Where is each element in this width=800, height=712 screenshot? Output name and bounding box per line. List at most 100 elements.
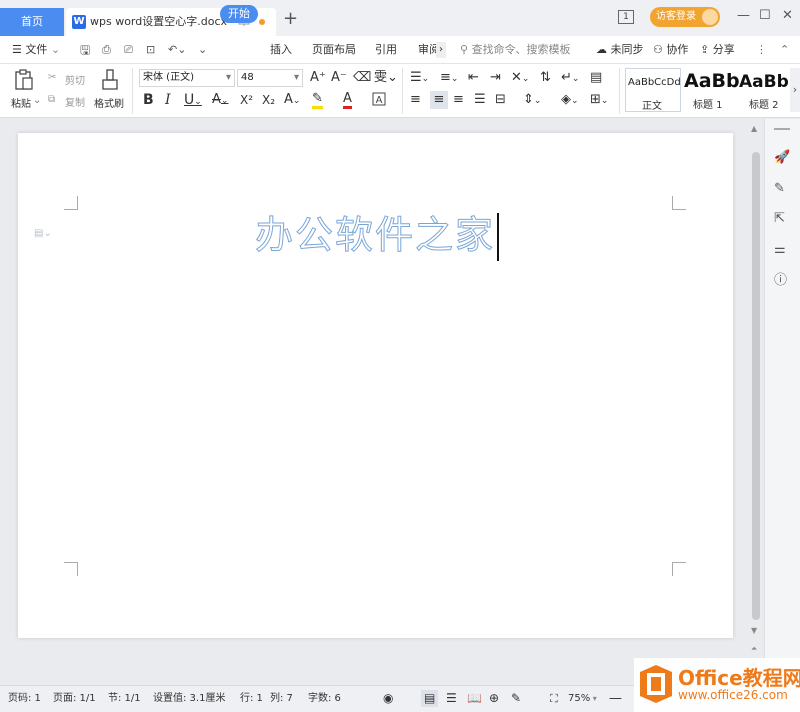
scroll-up-icon[interactable]: ▲ <box>751 124 757 133</box>
shrink-font-icon[interactable]: A⁻ <box>331 70 347 86</box>
zoom-out-icon[interactable]: — <box>609 685 622 712</box>
hollow-text-heading[interactable]: 办公软件之家 <box>254 211 495 259</box>
status-column[interactable]: 列: 7 <box>270 685 293 712</box>
superscript-icon[interactable]: X² <box>240 92 253 108</box>
font-color-icon[interactable]: A <box>343 92 352 109</box>
increase-indent-icon[interactable]: ⇥ <box>490 70 501 86</box>
close-icon[interactable]: ✕ <box>782 8 793 23</box>
status-word-count[interactable]: 字数: 6 <box>308 685 341 712</box>
highlight-icon[interactable]: ✎ <box>312 92 323 109</box>
more-dropdown-icon[interactable]: ⌄ <box>198 36 207 64</box>
format-painter-button[interactable]: 格式刷 <box>94 95 124 110</box>
status-setting[interactable]: 设置值: 3.1厘米 <box>153 685 225 712</box>
align-left-icon[interactable]: ≡ <box>410 92 421 108</box>
tab-insert[interactable]: 插入 <box>270 36 292 64</box>
maximize-icon[interactable]: ☐ <box>759 8 771 23</box>
align-right-icon[interactable]: ≡ <box>453 92 464 108</box>
collapse-ribbon-icon[interactable]: ⌃ <box>780 36 789 64</box>
file-menu[interactable]: ☰ 文件 ⌄ <box>12 36 60 64</box>
justify-icon[interactable]: ☰ <box>474 92 486 108</box>
style-heading-1[interactable]: AaBb 标题 1 <box>683 68 740 112</box>
show-marks-icon[interactable]: ↵⌄ <box>561 70 579 87</box>
status-page-code[interactable]: 页码: 1 <box>8 685 41 712</box>
new-tab-plus-icon[interactable]: + <box>283 10 298 28</box>
fit-page-icon[interactable]: ⛶ <box>550 685 558 712</box>
numbered-list-icon[interactable]: ≡⌄ <box>440 70 458 87</box>
copy-icon[interactable]: ⧉ <box>48 94 55 105</box>
styles-scroll-right-icon[interactable]: › <box>790 68 800 112</box>
cut-icon[interactable]: ✂ <box>48 72 56 83</box>
help-icon[interactable]: ⓘ <box>774 273 787 289</box>
rocket-icon[interactable]: 🚀 <box>774 150 790 166</box>
share-button[interactable]: ⇪ 分享 <box>700 36 735 64</box>
decrease-indent-icon[interactable]: ⇤ <box>468 70 479 86</box>
scrollbar-thumb[interactable] <box>752 152 760 620</box>
shading-icon[interactable]: ◈⌄ <box>561 92 579 109</box>
zoom-level[interactable]: 75% ▾ <box>568 685 597 712</box>
web-view-icon[interactable]: ⊕ <box>489 685 499 712</box>
command-search[interactable]: ⚲ 查找命令、搜索模板 <box>460 36 571 64</box>
char-border-icon[interactable]: A <box>372 92 386 106</box>
page-view-icon[interactable]: ▤ <box>424 685 435 712</box>
minimize-icon[interactable]: — <box>737 8 750 23</box>
outline-view-icon[interactable]: ☰ <box>446 685 457 712</box>
collaborate-button[interactable]: ⚇ 协作 <box>653 36 688 64</box>
undo-icon[interactable]: ↶⌄ <box>168 36 186 64</box>
phonetic-guide-icon[interactable]: 雯⌄ <box>374 70 398 86</box>
tabs-scroll-right-icon[interactable]: › <box>436 42 446 58</box>
sliders-icon[interactable]: ⚌ <box>774 242 786 258</box>
paragraph-options-icon[interactable]: ▤⌄ <box>34 228 52 239</box>
sync-button[interactable]: ☁ 未同步 <box>596 36 644 64</box>
export-icon[interactable]: ⎙ <box>102 36 111 64</box>
tab-page-layout[interactable]: 页面布局 <box>312 36 356 64</box>
status-row[interactable]: 行: 1 <box>240 685 263 712</box>
clear-format-icon[interactable]: ⌫ <box>353 70 371 86</box>
strikethrough-icon[interactable]: A⌄ <box>212 92 228 109</box>
paste-dropdown-icon[interactable]: ⌄ <box>33 95 41 106</box>
format-painter-icon[interactable] <box>101 69 119 91</box>
print-icon[interactable]: ⎚ <box>124 36 133 64</box>
style-heading-2[interactable]: AaBb( 标题 2 <box>739 68 789 112</box>
document-page[interactable] <box>18 133 733 638</box>
scroll-down-icon[interactable]: ▼ <box>751 626 757 635</box>
prev-page-icon[interactable]: ⏶ <box>751 644 757 654</box>
line-spacing-icon[interactable]: ⇕⌄ <box>523 92 541 109</box>
pen-icon[interactable]: ✎ <box>774 181 785 197</box>
cut-button[interactable]: 剪切 <box>65 72 85 87</box>
panel-handle-icon[interactable] <box>774 128 790 130</box>
copy-button[interactable]: 复制 <box>65 94 85 109</box>
grow-font-icon[interactable]: A⁺ <box>310 70 326 86</box>
print-preview-icon[interactable]: ⊡ <box>146 36 155 64</box>
font-name-select[interactable]: 宋体 (正文) ▾ <box>139 69 235 87</box>
bullet-list-icon[interactable]: ☰⌄ <box>410 70 429 87</box>
window-count-badge[interactable]: 1 <box>618 10 634 24</box>
status-pages[interactable]: 页面: 1/1 <box>53 685 96 712</box>
tab-references[interactable]: 引用 <box>375 36 397 64</box>
more-options-icon[interactable]: ⋮ <box>756 36 767 64</box>
underline-icon[interactable]: U⌄ <box>184 92 202 110</box>
borders-icon[interactable]: ⊞⌄ <box>590 92 608 109</box>
bold-icon[interactable]: B <box>143 92 154 108</box>
status-section[interactable]: 节: 1/1 <box>108 685 141 712</box>
distributed-icon[interactable]: ⊟ <box>495 92 506 108</box>
tab-home[interactable]: 首页 <box>0 8 64 36</box>
align-center-icon[interactable]: ≡ <box>430 91 448 109</box>
subscript-icon[interactable]: X₂ <box>262 92 275 108</box>
font-size-select[interactable]: 48 ▾ <box>237 69 303 87</box>
italic-icon[interactable]: I <box>165 92 171 108</box>
paste-button[interactable]: 粘贴 <box>11 95 31 110</box>
reading-view-icon[interactable]: 📖 <box>467 685 482 712</box>
tab-start[interactable]: 开始 <box>220 5 258 23</box>
save-icon[interactable]: 🖫 <box>80 36 90 64</box>
table-tools-icon[interactable]: ▤ <box>590 70 602 86</box>
style-normal[interactable]: AaBbCcDd 正文 <box>625 68 681 112</box>
chinese-layout-icon[interactable]: ✕⌄ <box>511 70 529 87</box>
pointer-icon[interactable]: ⇱ <box>774 211 785 227</box>
tab-review[interactable]: 审阅 <box>418 36 436 64</box>
paste-icon[interactable] <box>14 69 34 91</box>
write-view-icon[interactable]: ✎ <box>511 685 521 712</box>
visitor-login-button[interactable]: 访客登录 <box>650 7 720 27</box>
sort-icon[interactable]: ⇅ <box>540 70 551 86</box>
text-effect-icon[interactable]: A⌄ <box>284 92 300 109</box>
eye-protect-icon[interactable]: ◉ <box>383 685 393 712</box>
